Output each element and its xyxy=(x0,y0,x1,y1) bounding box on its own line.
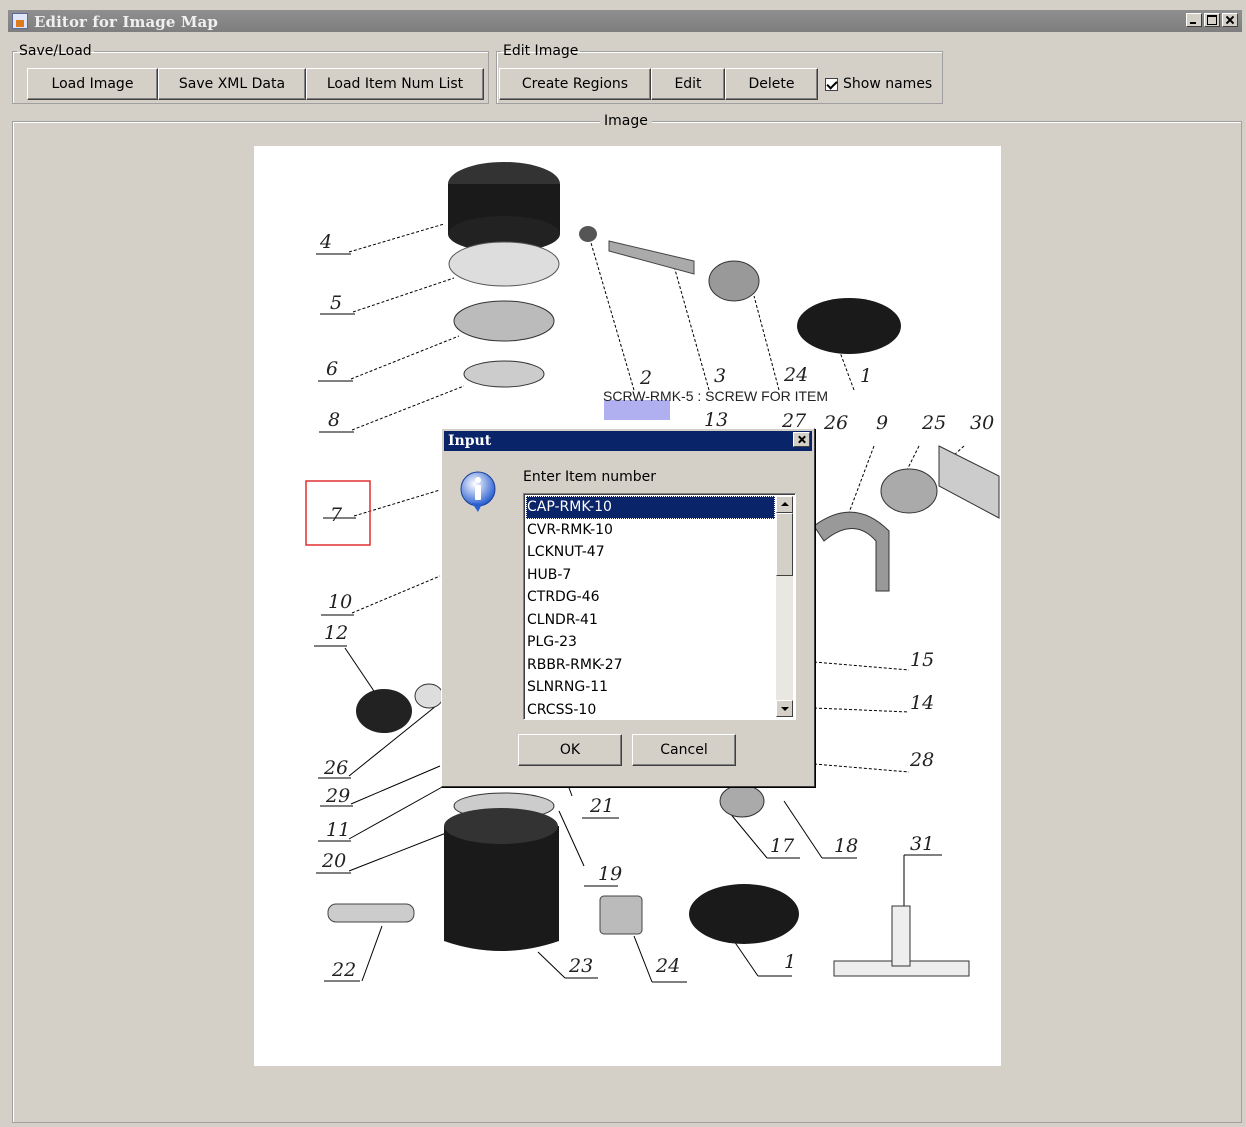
list-item[interactable]: HUB-7 xyxy=(526,564,775,587)
svg-text:26: 26 xyxy=(323,757,348,779)
show-names-label: Show names xyxy=(843,76,933,92)
list-item[interactable]: CRCSS-10 xyxy=(526,699,775,720)
list-items: CAP-RMK-10 CVR-RMK-10 LCKNUT-47 HUB-7 CTRDG-… xyxy=(526,496,775,720)
svg-text:30: 30 xyxy=(970,412,994,434)
cancel-button[interactable]: Cancel xyxy=(632,734,736,766)
svg-text:14: 14 xyxy=(910,692,934,714)
svg-text:11: 11 xyxy=(326,819,350,841)
list-item[interactable]: PLG-23 xyxy=(526,631,775,654)
window-title: Editor for Image Map xyxy=(34,13,218,31)
load-item-num-list-button[interactable]: Load Item Num List xyxy=(306,68,484,100)
save-xml-data-button[interactable]: Save XML Data xyxy=(158,68,306,100)
java-app-icon xyxy=(12,13,28,29)
ok-button[interactable]: OK xyxy=(518,734,622,766)
list-item[interactable]: CTRDG-46 xyxy=(526,586,775,609)
info-icon xyxy=(460,471,496,512)
svg-text:12: 12 xyxy=(324,622,348,644)
svg-text:17: 17 xyxy=(770,835,795,857)
svg-text:31: 31 xyxy=(910,833,934,855)
item-number-list[interactable]: CAP-RMK-10 CVR-RMK-10 LCKNUT-47 HUB-7 CTRDG-… xyxy=(523,493,796,720)
close-icon[interactable] xyxy=(1222,13,1238,27)
svg-text:8: 8 xyxy=(328,409,340,431)
load-image-button[interactable]: Load Image xyxy=(27,68,158,100)
list-item[interactable]: RBBR-RMK-27 xyxy=(526,654,775,677)
svg-text:28: 28 xyxy=(909,749,934,771)
svg-text:6: 6 xyxy=(326,358,338,380)
maximize-icon[interactable] xyxy=(1204,13,1220,27)
window-titlebar[interactable]: Editor for Image Map xyxy=(8,10,1242,32)
svg-text:1: 1 xyxy=(784,951,796,973)
svg-text:10: 10 xyxy=(328,591,352,613)
svg-text:21: 21 xyxy=(589,795,614,817)
save-load-legend: Save/Load xyxy=(19,43,92,59)
svg-text:25: 25 xyxy=(921,412,946,434)
image-panel-title: Image xyxy=(600,113,652,129)
checkbox-checked-icon[interactable] xyxy=(825,77,838,91)
svg-text:9: 9 xyxy=(876,412,888,434)
scroll-up-icon[interactable] xyxy=(776,496,793,513)
svg-text:23: 23 xyxy=(568,955,593,977)
edit-button[interactable]: Edit xyxy=(651,68,725,100)
list-scrollbar[interactable] xyxy=(776,496,793,717)
window-controls xyxy=(1186,13,1238,27)
svg-text:20: 20 xyxy=(321,850,346,872)
scroll-down-icon[interactable] xyxy=(776,700,793,717)
svg-text:29: 29 xyxy=(325,785,350,807)
list-item[interactable]: SLNRNG-11 xyxy=(526,676,775,699)
svg-text:26: 26 xyxy=(823,412,848,434)
svg-text:19: 19 xyxy=(598,863,622,885)
show-names-checkbox[interactable]: Show names xyxy=(825,76,932,92)
svg-text:2: 2 xyxy=(639,367,652,389)
list-item[interactable]: CVR-RMK-10 xyxy=(526,519,775,542)
scroll-thumb[interactable] xyxy=(776,513,793,576)
region-label: SCRW-RMK-5 : SCREW FOR ITEM xyxy=(603,388,828,404)
list-item[interactable]: CAP-RMK-10 xyxy=(526,496,775,519)
svg-text:24: 24 xyxy=(783,364,808,386)
minimize-icon[interactable] xyxy=(1186,13,1202,27)
svg-text:7: 7 xyxy=(330,504,343,526)
svg-text:4: 4 xyxy=(319,231,332,253)
edit-image-legend: Edit Image xyxy=(503,43,579,59)
create-regions-button[interactable]: Create Regions xyxy=(499,68,651,100)
list-item[interactable]: CLNDR-41 xyxy=(526,609,775,632)
svg-text:3: 3 xyxy=(714,365,726,387)
svg-text:24: 24 xyxy=(655,955,680,977)
svg-text:15: 15 xyxy=(910,649,934,671)
svg-text:1: 1 xyxy=(860,365,872,387)
dialog-prompt: Enter Item number xyxy=(523,469,656,485)
svg-text:18: 18 xyxy=(834,835,858,857)
input-dialog[interactable]: Input Enter Item number CAP-RMK-10 CVR-RM… xyxy=(441,428,815,787)
dialog-close-icon[interactable] xyxy=(793,432,810,447)
svg-text:22: 22 xyxy=(331,959,356,981)
dialog-title[interactable]: Input xyxy=(444,431,812,451)
delete-button[interactable]: Delete xyxy=(725,68,818,100)
svg-text:5: 5 xyxy=(330,292,342,314)
list-item[interactable]: LCKNUT-47 xyxy=(526,541,775,564)
